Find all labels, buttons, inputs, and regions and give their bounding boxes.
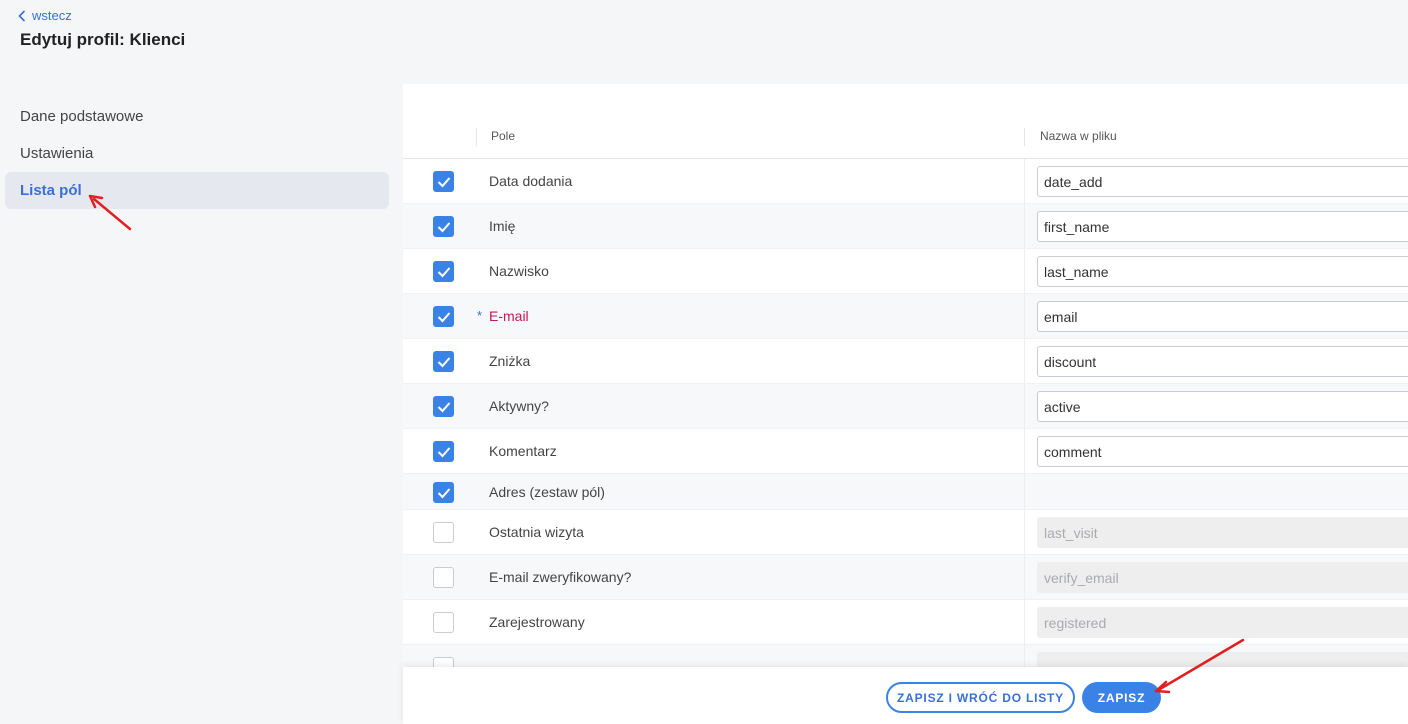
checkmark-icon (437, 447, 451, 458)
file-name-input (1037, 517, 1408, 548)
field-checkbox[interactable] (433, 171, 454, 192)
field-label: Imię (489, 218, 516, 234)
checkmark-icon (437, 267, 451, 278)
action-bar: ZAPISZ I WRÓĆ DO LISTY ZAPISZ (403, 667, 1408, 724)
column-divider (1024, 555, 1025, 599)
field-label: Zarejestrowany (489, 614, 585, 630)
column-header-field: Pole (491, 129, 516, 143)
field-checkbox[interactable] (433, 441, 454, 462)
save-button[interactable]: ZAPISZ (1082, 682, 1161, 713)
file-name-input[interactable] (1037, 346, 1408, 377)
field-checkbox[interactable] (433, 567, 454, 588)
column-divider (1024, 384, 1025, 428)
table-row: E-mail zweryfikowany? (403, 555, 1408, 600)
column-divider (1024, 600, 1025, 644)
file-name-input[interactable] (1037, 391, 1408, 422)
field-label: Data dodania (489, 173, 573, 189)
table-row: Ostatnia wizyta (403, 510, 1408, 555)
field-checkbox[interactable] (433, 261, 454, 282)
sidebar-item-label: Ustawienia (20, 145, 94, 162)
field-checkbox[interactable] (433, 396, 454, 417)
column-divider (1024, 474, 1025, 509)
file-name-input[interactable] (1037, 166, 1408, 197)
sidebar-item-label: Dane podstawowe (20, 108, 144, 125)
checkmark-icon (437, 312, 451, 323)
field-checkbox[interactable] (433, 351, 454, 372)
field-label: Zniżka (489, 353, 531, 369)
column-divider (476, 128, 477, 146)
table-row: * E-mail (403, 294, 1408, 339)
table-row: Imię (403, 204, 1408, 249)
field-label: Aktywny? (489, 398, 549, 414)
checkmark-icon (437, 402, 451, 413)
field-checkbox[interactable] (433, 216, 454, 237)
column-divider (1024, 249, 1025, 293)
column-divider (1024, 204, 1025, 248)
page-title: Edytuj profil: Klienci (20, 30, 186, 49)
sidebar: Dane podstawowe Ustawienia Lista pól (5, 98, 389, 209)
checkmark-icon (437, 177, 451, 188)
back-link-label: wstecz (32, 8, 72, 23)
column-divider (1024, 510, 1025, 554)
field-label: Nazwisko (489, 263, 549, 279)
file-name-input[interactable] (1037, 436, 1408, 467)
field-label: E-mail (489, 308, 529, 324)
field-label: Adres (zestaw pól) (489, 484, 605, 500)
field-checkbox[interactable] (433, 522, 454, 543)
table-header: Pole Nazwa w pliku (403, 124, 1408, 159)
table-row: Aktywny? (403, 384, 1408, 429)
sidebar-item-label: Lista pól (20, 182, 82, 199)
checkmark-icon (437, 488, 451, 499)
checkmark-icon (437, 222, 451, 233)
back-link[interactable]: wstecz (18, 8, 72, 23)
field-label: E-mail zweryfikowany? (489, 569, 632, 585)
sidebar-item-lista-pol[interactable]: Lista pól (5, 172, 389, 209)
field-label: Ostatnia wizyta (489, 524, 584, 540)
column-divider (1024, 339, 1025, 383)
table-row: Data dodania (403, 159, 1408, 204)
sidebar-item-ustawienia[interactable]: Ustawienia (5, 135, 389, 172)
column-divider (1024, 159, 1025, 203)
table-row: Zarejestrowany (403, 600, 1408, 645)
checkmark-icon (437, 357, 451, 368)
column-divider (1024, 429, 1025, 473)
save-and-return-button[interactable]: ZAPISZ I WRÓĆ DO LISTY (886, 682, 1075, 713)
table-row: Komentarz (403, 429, 1408, 474)
required-marker: * (477, 308, 483, 323)
file-name-input (1037, 607, 1408, 638)
field-checkbox[interactable] (433, 612, 454, 633)
column-header-file-name: Nazwa w pliku (1040, 129, 1117, 143)
file-name-input (1037, 562, 1408, 593)
fields-table-body: Data dodania Imię Nazwisko * E-mail Zniż… (403, 159, 1408, 690)
sidebar-item-dane-podstawowe[interactable]: Dane podstawowe (5, 98, 389, 135)
chevron-left-icon (18, 9, 26, 22)
field-label: Komentarz (489, 443, 557, 459)
file-name-input[interactable] (1037, 211, 1408, 242)
table-row: Nazwisko (403, 249, 1408, 294)
field-checkbox[interactable] (433, 306, 454, 327)
file-name-input[interactable] (1037, 301, 1408, 332)
table-row: Adres (zestaw pól) (403, 474, 1408, 510)
column-divider (1024, 128, 1025, 146)
field-checkbox[interactable] (433, 482, 454, 503)
file-name-input[interactable] (1037, 256, 1408, 287)
fields-panel: Pole Nazwa w pliku Data dodania Imię Naz… (403, 84, 1408, 724)
column-divider (1024, 294, 1025, 338)
table-row: Zniżka (403, 339, 1408, 384)
